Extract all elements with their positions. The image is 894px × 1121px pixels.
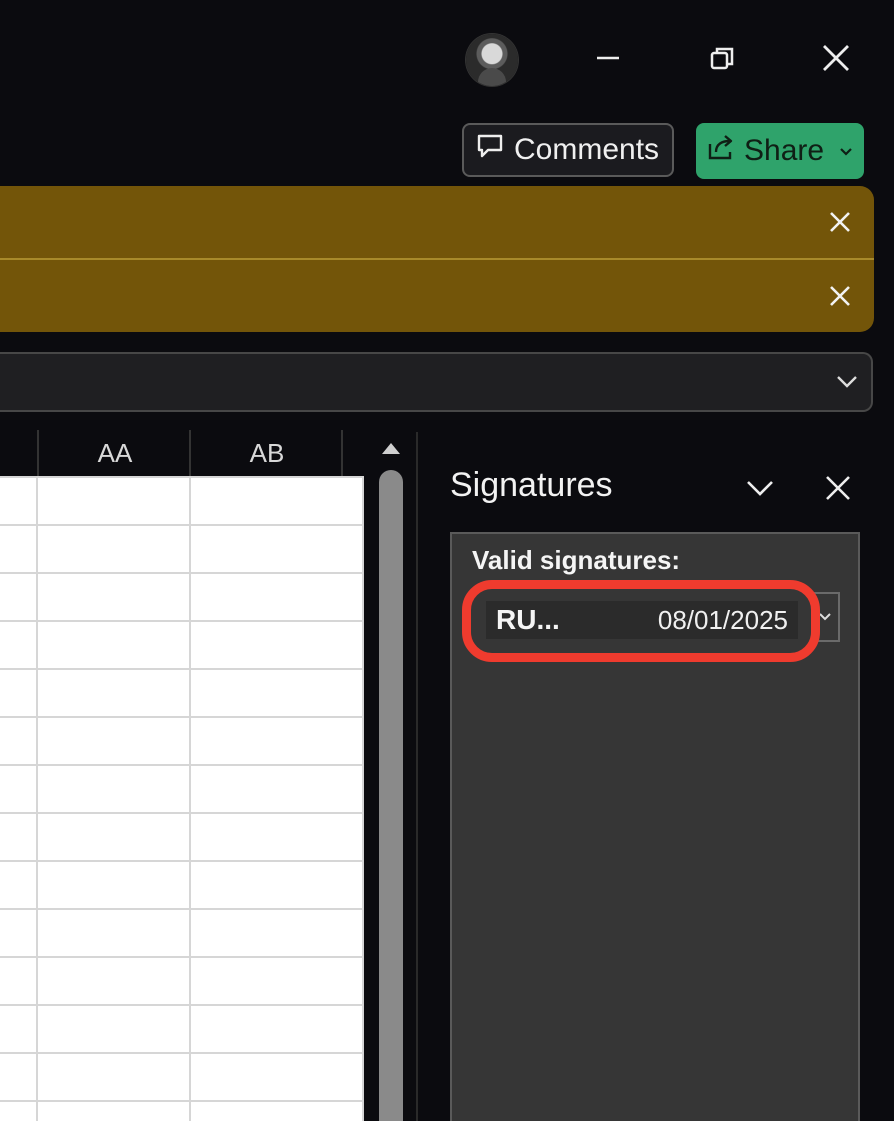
share-button[interactable]: Share xyxy=(696,123,864,179)
banner-close-icon[interactable] xyxy=(820,276,860,316)
column-header-ab[interactable]: AB xyxy=(189,430,343,476)
chevron-down-icon[interactable] xyxy=(838,134,854,168)
pane-divider xyxy=(416,432,418,1121)
pane-close-icon[interactable] xyxy=(816,466,860,510)
grid-line xyxy=(189,476,191,1121)
close-icon[interactable] xyxy=(812,34,860,82)
spreadsheet-grid[interactable] xyxy=(0,476,364,1121)
notification-banner xyxy=(0,258,874,332)
column-header-aa[interactable]: AA xyxy=(37,430,191,476)
comment-icon xyxy=(476,132,504,168)
share-icon xyxy=(706,132,736,170)
comments-button[interactable]: Comments xyxy=(462,123,674,177)
expand-chevron-icon[interactable] xyxy=(829,364,865,400)
grid-line xyxy=(362,476,364,1121)
signature-date: 08/01/2025 xyxy=(657,604,788,635)
comments-label: Comments xyxy=(514,133,660,166)
notification-banners xyxy=(0,186,874,332)
user-avatar[interactable] xyxy=(466,34,518,86)
column-header-next[interactable] xyxy=(341,430,368,476)
signer-name: RU... xyxy=(496,604,560,635)
scrollbar-thumb[interactable] xyxy=(379,470,403,1121)
restore-icon[interactable] xyxy=(698,34,746,82)
signature-dropdown-icon[interactable] xyxy=(812,592,840,642)
valid-signatures-label: Valid signatures: xyxy=(472,545,681,575)
formula-bar[interactable] xyxy=(0,352,873,412)
minimize-icon[interactable] xyxy=(584,34,632,82)
banner-close-icon[interactable] xyxy=(820,202,860,242)
pane-options-chevron-icon[interactable] xyxy=(738,466,782,510)
share-label: Share xyxy=(744,134,825,167)
scroll-up-arrow-icon[interactable] xyxy=(380,440,402,460)
notification-banner xyxy=(0,186,874,258)
signatures-pane-title: Signatures xyxy=(450,466,613,504)
column-headers: AA AB xyxy=(0,430,366,476)
grid-line xyxy=(36,476,38,1121)
signature-item[interactable]: RU... 08/01/2025 xyxy=(486,601,798,639)
